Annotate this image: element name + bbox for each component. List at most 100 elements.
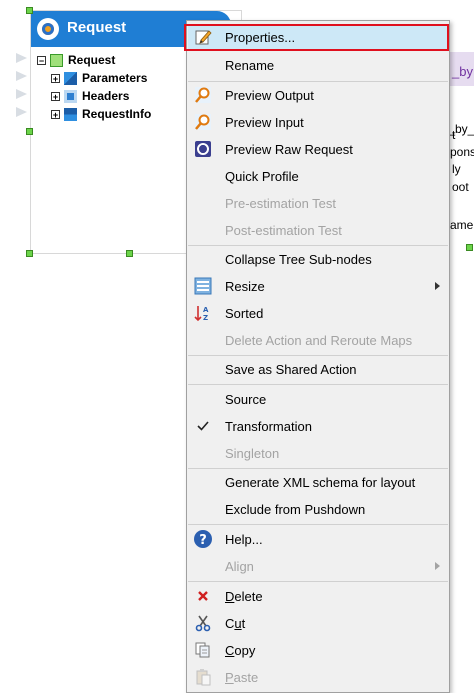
menu-item-preview-raw-request[interactable]: Preview Raw Request (188, 136, 448, 162)
menu-label: Source (225, 392, 267, 407)
menu-item-sorted[interactable]: A Z Sorted (188, 300, 448, 326)
menu-label: Delete (225, 589, 263, 604)
svg-text:A: A (203, 306, 209, 314)
green-square-icon (50, 54, 63, 68)
menu-label: Rename (225, 58, 275, 73)
mnemonic: C (225, 643, 235, 658)
menu-separator (188, 581, 448, 582)
parameters-icon (64, 72, 77, 86)
resize-handle[interactable] (26, 250, 33, 257)
expand-toggle[interactable]: + (51, 74, 60, 84)
menu-item-save-as-shared-action[interactable]: Save as Shared Action (188, 356, 448, 382)
scissors-icon (195, 615, 211, 632)
sort-az-icon: A Z (194, 306, 209, 322)
node-tree: − Request + Parameters + Headers + RequestIn… (37, 51, 151, 123)
background-fragment: _by (452, 64, 473, 79)
submenu-arrow-icon (435, 562, 440, 570)
menu-label: Sorted (225, 306, 264, 321)
help-icon: ? (194, 530, 212, 548)
background-fragment: oot (452, 180, 469, 194)
input-connector[interactable] (16, 53, 27, 63)
highlight-outline (184, 24, 449, 51)
menu-label: Singleton (225, 446, 280, 461)
requestinfo-icon (64, 108, 77, 122)
menu-label: Save as Shared Action (225, 362, 357, 377)
menu-item-pre-estimation-test[interactable]: Pre-estimation Test (188, 190, 448, 216)
input-connector[interactable] (16, 89, 27, 99)
menu-label: Transformation (225, 419, 312, 434)
paste-icon (196, 669, 211, 686)
menu-item-cut[interactable]: Cut (188, 610, 448, 636)
menu-label: Help... (225, 532, 263, 547)
mnemonic: D (225, 589, 235, 604)
menu-label: Preview Raw Request (225, 142, 353, 157)
menu-item-singleton[interactable]: Singleton (188, 440, 448, 466)
context-menu: Properties... Rename Preview Output Prev… (186, 20, 450, 693)
menu-label: Exclude from Pushdown (225, 502, 366, 517)
delete-x-icon (198, 591, 208, 601)
menu-item-preview-output[interactable]: Preview Output (188, 82, 448, 108)
menu-item-quick-profile[interactable]: Quick Profile (188, 163, 448, 189)
input-connector[interactable] (16, 107, 27, 117)
menu-item-paste[interactable]: Paste (188, 664, 448, 690)
magnifier-icon (195, 114, 211, 130)
svg-text:?: ? (199, 533, 207, 548)
menu-label: Cut (225, 616, 246, 631)
checkmark-icon (197, 421, 209, 431)
background-fragment: ly (452, 162, 461, 176)
menu-item-delete-action-and-reroute-maps[interactable]: Delete Action and Reroute Maps (188, 327, 448, 353)
submenu-arrow-icon (435, 282, 440, 290)
node-title: Request (67, 19, 127, 36)
tree-row[interactable]: + RequestInfo (37, 105, 151, 123)
menu-separator (188, 524, 448, 525)
raw-request-icon (195, 141, 211, 157)
expand-toggle[interactable]: + (51, 110, 60, 120)
menu-label: Preview Output (225, 88, 314, 103)
background-fragment: pons (450, 145, 474, 159)
tree-row[interactable]: + Headers (37, 87, 151, 105)
menu-item-align[interactable]: Align (188, 553, 448, 579)
background-fragment: t (452, 128, 456, 142)
menu-item-post-estimation-test[interactable]: Post-estimation Test (188, 217, 448, 243)
menu-label: Post-estimation Test (225, 223, 342, 238)
menu-item-generate-xml-schema[interactable]: Generate XML schema for layout (188, 469, 448, 495)
menu-label: Paste (225, 670, 259, 685)
menu-item-source[interactable]: Source (188, 386, 448, 412)
tree-label: Headers (82, 89, 130, 103)
canvas: Request − Request + Parameters + Headers + R… (0, 0, 474, 693)
menu-item-transformation[interactable]: Transformation (188, 413, 448, 439)
collapse-toggle[interactable]: − (37, 56, 46, 66)
svg-text:Z: Z (203, 314, 208, 322)
background-node-handle (466, 244, 473, 251)
menu-item-collapse-tree-sub-nodes[interactable]: Collapse Tree Sub-nodes (188, 246, 448, 272)
menu-item-rename[interactable]: Rename (188, 52, 448, 78)
menu-label: Copy (225, 643, 256, 658)
menu-label: Resize (225, 279, 265, 294)
input-connector[interactable] (16, 71, 27, 81)
tree-label: RequestInfo (82, 107, 152, 121)
menu-item-exclude-from-pushdown[interactable]: Exclude from Pushdown (188, 496, 448, 522)
headers-icon (64, 90, 77, 104)
tree-label: Parameters (82, 71, 148, 85)
mnemonic: P (225, 670, 234, 685)
copy-icon (195, 642, 210, 658)
tree-row[interactable]: + Parameters (37, 69, 151, 87)
menu-item-help[interactable]: ? Help... (188, 526, 448, 552)
menu-label: Quick Profile (225, 169, 299, 184)
resize-handle[interactable] (26, 7, 33, 14)
menu-label: Preview Input (225, 115, 304, 130)
resize-handle[interactable] (26, 128, 33, 135)
tree-row[interactable]: − Request (37, 51, 151, 69)
menu-label: Align (225, 559, 254, 574)
menu-label: Generate XML schema for layout (225, 475, 416, 490)
resize-icon (194, 277, 212, 295)
resize-handle[interactable] (126, 250, 133, 257)
menu-item-preview-input[interactable]: Preview Input (188, 109, 448, 135)
menu-label: Collapse Tree Sub-nodes (225, 252, 372, 267)
menu-item-copy[interactable]: Copy (188, 637, 448, 663)
background-fragment: ame (450, 218, 474, 232)
menu-item-resize[interactable]: Resize (188, 273, 448, 299)
menu-item-delete[interactable]: Delete (188, 583, 448, 609)
magnifier-icon (195, 87, 211, 103)
expand-toggle[interactable]: + (51, 92, 60, 102)
